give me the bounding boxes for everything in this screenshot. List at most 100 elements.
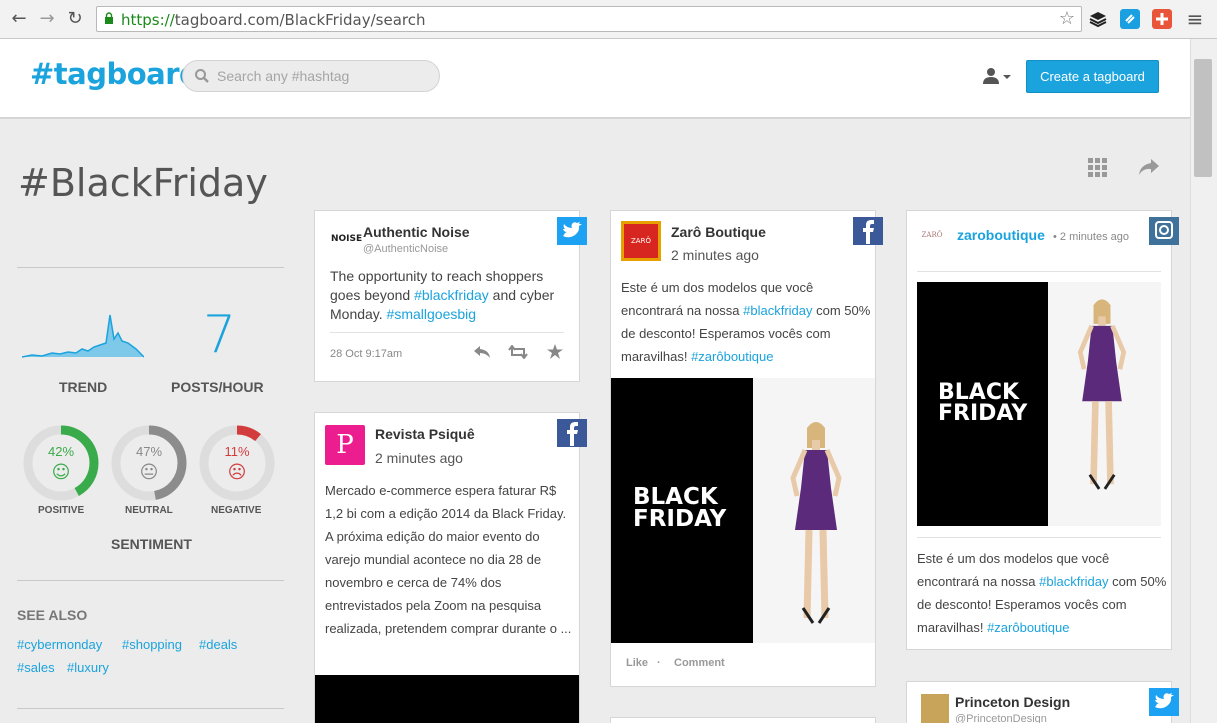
frown-face-icon: ☹ [227, 462, 247, 483]
search-input[interactable] [217, 61, 427, 91]
retweet-icon[interactable] [508, 345, 528, 359]
post-timestamp[interactable]: 28 Oct 9:17am [330, 348, 402, 360]
plus-extension-icon[interactable] [1152, 9, 1172, 29]
bookmark-star-icon[interactable]: ☆ [1059, 8, 1075, 29]
black-friday-text: BLACK FRIDAY [633, 484, 727, 532]
page-title: #BlackFriday [18, 161, 268, 205]
post-image[interactable] [315, 675, 579, 723]
card-divider [917, 271, 1161, 272]
post-image[interactable]: BLACK FRIDAY [611, 378, 875, 643]
facebook-icon [557, 419, 587, 447]
related-tag[interactable]: #deals [199, 637, 237, 652]
negative-label: NEGATIVE [211, 505, 262, 516]
related-tag[interactable]: #luxury [67, 660, 109, 675]
comment-link[interactable]: Comment [674, 657, 725, 669]
hashtag-link[interactable]: #zarôboutique [987, 620, 1069, 635]
author-avatar[interactable]: NOISE [331, 228, 362, 250]
address-bar[interactable]: https://tagboard.com/BlackFriday/search … [96, 6, 1082, 32]
gauge-percent: 42% [47, 444, 75, 459]
post-author[interactable]: Zarô Boutique [671, 224, 766, 240]
sidebar-divider [17, 580, 284, 581]
reply-icon[interactable] [473, 345, 491, 359]
post-handle[interactable]: @PrincetonDesign [955, 713, 1047, 723]
related-tag[interactable]: #sales [17, 660, 55, 675]
lock-icon [105, 12, 113, 24]
post-author[interactable]: Princeton Design [955, 694, 1070, 710]
post-author[interactable]: Authentic Noise [363, 224, 470, 240]
author-avatar[interactable]: P [325, 425, 365, 465]
grid-view-icon[interactable] [1088, 158, 1108, 178]
related-tag[interactable]: #cybermonday [17, 637, 102, 652]
site-header: #tagboard Create a tagboard [0, 39, 1190, 119]
favorite-star-icon[interactable] [547, 344, 563, 359]
layers-extension-icon[interactable] [1088, 9, 1108, 29]
search-icon [195, 69, 209, 83]
post-card-twitter[interactable]: NOISE Authentic Noise @AuthenticNoise Th… [314, 210, 587, 382]
post-handle[interactable]: @AuthenticNoise [363, 243, 448, 255]
author-avatar[interactable]: ZARÔ [919, 225, 945, 245]
post-image[interactable]: BLACK FRIDAY [917, 282, 1161, 526]
trend-sparkline [22, 314, 144, 358]
scrollbar-thumb[interactable] [1194, 59, 1212, 177]
post-text: The opportunity to reach shoppers goes b… [330, 268, 555, 322]
post-text: Mercado e-commerce espera faturar R$ 1,2… [325, 483, 572, 636]
author-avatar[interactable] [921, 694, 949, 723]
neutral-label: NEUTRAL [125, 505, 173, 516]
browser-menu-icon[interactable]: ≡ [1184, 8, 1206, 30]
neutral-face-icon: 😐 [139, 462, 159, 483]
post-author[interactable]: zaroboutique [957, 227, 1045, 243]
user-menu-icon[interactable] [982, 67, 1012, 87]
post-text: Este é um dos modelos que você encontrar… [917, 551, 1167, 635]
author-avatar[interactable]: ZARÔ [621, 221, 661, 261]
browser-toolbar: ← → ↻ https://tagboard.com/BlackFriday/s… [0, 0, 1217, 39]
hashtag-link[interactable]: #smallgoesbig [387, 306, 477, 322]
card-divider [330, 332, 564, 333]
hashtag-link[interactable]: #blackfriday [743, 303, 812, 318]
tagboard-logo[interactable]: #tagboard [30, 57, 200, 91]
sidebar-divider [17, 267, 284, 268]
share-icon[interactable] [1138, 158, 1160, 176]
black-friday-text: BLACK FRIDAY [938, 380, 1028, 426]
smiley-icon: ☺ [51, 462, 71, 483]
back-arrow-icon[interactable]: ← [8, 8, 30, 30]
instagram-icon [1149, 217, 1179, 245]
page-scrollbar[interactable] [1190, 39, 1217, 723]
positive-label: POSITIVE [38, 505, 85, 516]
post-timestamp[interactable]: 2 minutes ago [375, 450, 463, 466]
gauge-percent: 47% [135, 444, 163, 459]
sentiment-gauge-positive: 42% ☺ [23, 425, 99, 501]
post-card-twitter[interactable]: Princeton Design @PrincetonDesign [906, 681, 1179, 723]
sidebar-divider [17, 708, 284, 709]
hashtag-link[interactable]: #blackfriday [1039, 574, 1108, 589]
post-card-instagram[interactable]: ZARÔ zaroboutique • 2 minutes ago BLACK F… [906, 210, 1179, 650]
post-author[interactable]: Revista Psiquê [375, 426, 475, 442]
post-timestamp[interactable]: • 2 minutes ago [1053, 231, 1129, 243]
separator: · [657, 657, 661, 669]
post-card[interactable] [610, 717, 876, 723]
forward-arrow-icon[interactable]: → [36, 8, 58, 30]
hashtag-link[interactable]: #zarôboutique [691, 349, 773, 364]
post-timestamp[interactable]: 2 minutes ago [671, 247, 759, 263]
like-link[interactable]: Like [626, 657, 648, 669]
related-tag[interactable]: #shopping [122, 637, 182, 652]
twitter-icon [1149, 688, 1179, 716]
post-card-facebook[interactable]: P Revista Psiquê 2 minutes ago Mercado e… [314, 412, 587, 723]
post-text: Este é um dos modelos que você encontrar… [621, 280, 871, 364]
page-viewport: #tagboard Create a tagboard #BlackFriday [0, 39, 1190, 723]
dress-model-figure [790, 422, 842, 624]
dress-model-figure [1077, 299, 1127, 490]
reload-icon[interactable]: ↻ [64, 8, 86, 30]
hashtag-search[interactable] [182, 60, 440, 92]
hashtag-link[interactable]: #blackfriday [414, 287, 489, 303]
facebook-icon [853, 217, 883, 245]
card-divider [917, 537, 1161, 538]
posts-per-hour-value: 7 [203, 305, 237, 365]
trend-label: TREND [59, 379, 108, 395]
sentiment-label: SENTIMENT [111, 536, 192, 552]
create-tagboard-button[interactable]: Create a tagboard [1026, 60, 1159, 93]
post-card-facebook[interactable]: ZARÔ Zarô Boutique 2 minutes ago Este é … [610, 210, 883, 687]
bookmark-extension-icon[interactable] [1120, 9, 1140, 29]
gauge-percent: 11% [224, 444, 250, 459]
twitter-icon [557, 217, 587, 245]
sentiment-gauge-negative: 11% ☹ [199, 425, 275, 501]
